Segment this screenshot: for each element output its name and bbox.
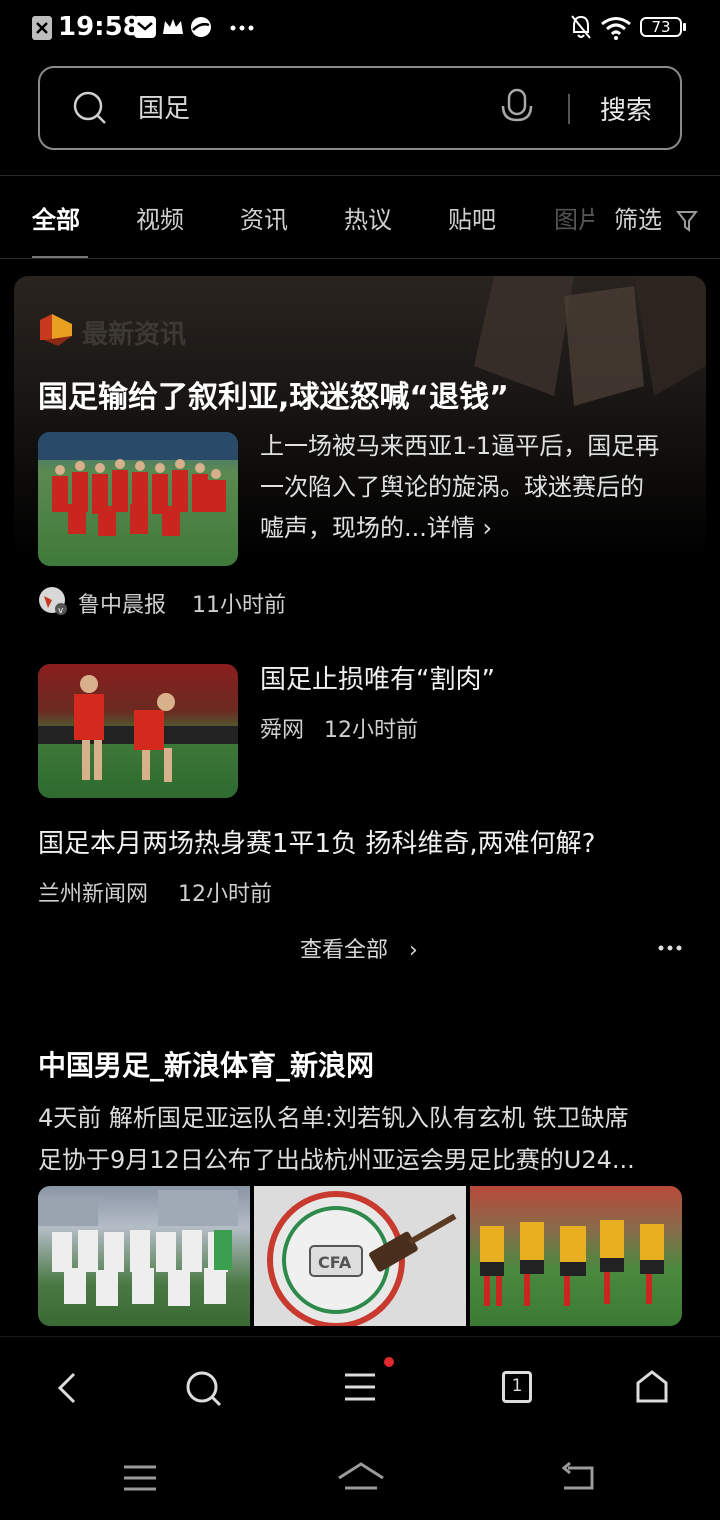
home-icon[interactable]: [634, 1369, 670, 1405]
summary-line-2: 一次陷入了舆论的旋涡。球迷赛后的: [260, 473, 644, 501]
wifi-icon: [601, 17, 631, 40]
microphone-icon[interactable]: [500, 88, 534, 128]
result-tabs: 全部 视频 资讯 热议 贴吧 图片 筛选: [0, 176, 720, 258]
search-divider: [568, 94, 570, 124]
result-2-line-1: 4天前 解析国足亚运队名单:刘若钒入队有玄机 铁卫缺席: [38, 1104, 629, 1132]
result-2-image-3[interactable]: [470, 1186, 682, 1326]
news-item-2-title[interactable]: 国足止损唯有“割肉”: [260, 660, 495, 701]
system-navigation-bar: [0, 1436, 720, 1520]
summary-line-3: 嘘声，现场的...详情 ›: [260, 514, 493, 542]
news-item-1-thumbnail[interactable]: [38, 432, 238, 566]
result-2-image-2[interactable]: CFA: [254, 1186, 466, 1326]
svg-text:CFA: CFA: [318, 1253, 352, 1272]
tab-news[interactable]: 资讯: [240, 200, 288, 235]
search-button[interactable]: 搜索: [600, 90, 652, 127]
battery-icon: 73: [640, 17, 682, 37]
system-back-icon[interactable]: [560, 1462, 598, 1492]
menu-icon[interactable]: [342, 1371, 378, 1403]
tab-images[interactable]: 图片: [554, 200, 594, 235]
result-2-line-2: 足协于9月12日公布了出战杭州亚运会男足比赛的U24...: [38, 1146, 635, 1174]
card-label: 最新资讯: [82, 320, 187, 350]
browser-toolbar: 1: [0, 1336, 720, 1437]
tab-video[interactable]: 视频: [136, 200, 184, 235]
news-item-2-source: 舜网: [260, 718, 305, 743]
system-home-icon[interactable]: [336, 1460, 386, 1492]
svg-text:v: v: [58, 606, 64, 616]
news-item-3-time: 12小时前: [178, 882, 272, 907]
tabs-bottom-divider: [0, 258, 720, 259]
battery-level: 73: [651, 18, 671, 36]
filter-icon: [675, 211, 698, 232]
search-nav-icon[interactable]: [184, 1369, 224, 1409]
mail-icon: [134, 16, 156, 38]
tabs-button[interactable]: 1: [502, 1371, 532, 1403]
news-item-3-source: 兰州新闻网: [38, 882, 149, 907]
news-item-1-source: 鲁中晨报: [78, 593, 167, 618]
back-icon[interactable]: [54, 1371, 82, 1405]
status-bar: 19:58 73: [0, 0, 720, 56]
news-item-2-thumbnail[interactable]: [38, 664, 238, 798]
recent-apps-icon[interactable]: [122, 1464, 158, 1492]
menu-notification-dot: [384, 1357, 394, 1367]
tab-all[interactable]: 全部: [32, 200, 80, 235]
news-item-1-time: 11小时前: [192, 593, 286, 618]
news-item-1-summary[interactable]: 上一场被马来西亚1-1逼平后，国足再 一次陷入了舆论的旋涡。球迷赛后的 嘘声，现…: [260, 426, 659, 549]
more-options-icon[interactable]: [658, 944, 682, 952]
view-all-link[interactable]: 查看全部 ›: [300, 932, 418, 964]
news-item-2-time: 12小时前: [324, 718, 418, 743]
summary-line-1: 上一场被马来西亚1-1逼平后，国足再: [260, 432, 660, 460]
search-icon: [73, 91, 106, 124]
source-avatar-icon: v: [39, 587, 67, 616]
tab-count: 1: [511, 1376, 523, 1396]
crown-icon: [163, 19, 183, 34]
result-2-image-1[interactable]: [38, 1186, 250, 1326]
view-all-label: 查看全部: [300, 938, 389, 963]
search-input[interactable]: [136, 90, 480, 122]
more-notifications-icon: [230, 25, 254, 31]
news-card: 最新资讯 国足输给了叙利亚,球迷怒喊“退钱” 上一场被马来西亚1-1逼平后，国足…: [14, 276, 706, 976]
app-notification-icon: [191, 17, 211, 37]
mute-bell-icon: [571, 15, 591, 39]
tab-hot-discussion[interactable]: 热议: [344, 200, 392, 235]
status-time: 19:58: [58, 12, 141, 42]
battery-tip: [683, 23, 686, 31]
news-logo-icon: [40, 314, 72, 346]
news-item-3-title[interactable]: 国足本月两场热身赛1平1负 扬科维奇,两难何解?: [38, 824, 595, 865]
chevron-right-icon: ›: [409, 938, 418, 963]
filter-label: 筛选: [614, 206, 662, 234]
close-notification-icon: [32, 16, 52, 40]
search-box: 搜索: [38, 66, 682, 150]
card-headline[interactable]: 国足输给了叙利亚,球迷怒喊“退钱”: [38, 372, 509, 416]
result-2-title[interactable]: 中国男足_新浪体育_新浪网: [38, 1044, 374, 1084]
tab-tieba[interactable]: 贴吧: [448, 200, 496, 235]
filter-button[interactable]: 筛选: [614, 200, 698, 235]
